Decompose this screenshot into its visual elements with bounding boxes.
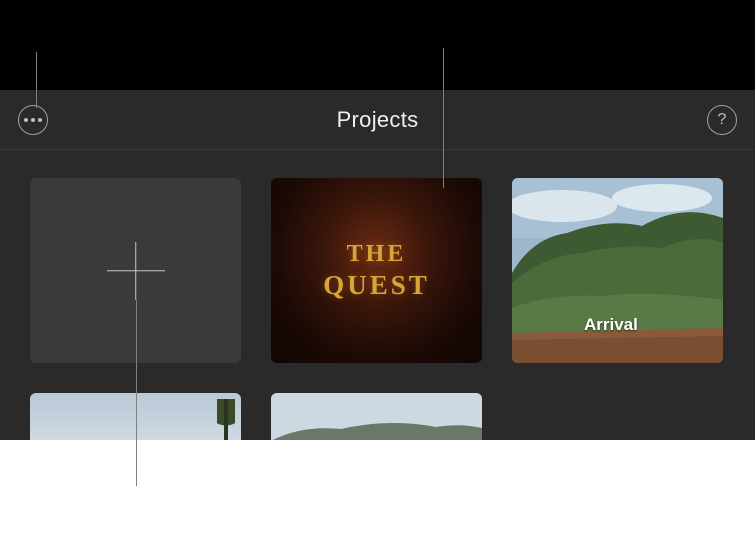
project-tile-arrival[interactable]: Arrival (512, 178, 723, 363)
page-title: Projects (48, 107, 707, 133)
more-options-icon (24, 118, 42, 122)
help-button[interactable]: ? (707, 105, 737, 135)
more-options-button[interactable] (18, 105, 48, 135)
project-title-line2: QUEST (323, 269, 430, 301)
landscape-thumbnail (512, 178, 723, 363)
project-tile-4[interactable] (271, 393, 482, 440)
plus-icon (107, 242, 165, 300)
help-icon: ? (718, 111, 727, 129)
project-title-overlay: Arrival (584, 315, 638, 335)
callout-line-create (136, 300, 137, 486)
project-thumbnail-title: THE QUEST (323, 240, 430, 301)
projects-grid-container: THE QUEST Arrival (0, 150, 755, 440)
project-title-line1: THE (323, 240, 430, 269)
project-tile-the-quest[interactable]: THE QUEST (271, 178, 482, 363)
top-spacer (0, 0, 755, 90)
callout-line-project (443, 48, 444, 188)
callout-line-more-button (36, 52, 37, 108)
projects-grid: THE QUEST Arrival (0, 150, 755, 440)
app-window: Projects ? THE QUEST (0, 0, 755, 440)
toolbar-center: Projects (48, 107, 707, 133)
toolbar: Projects ? (0, 90, 755, 150)
ocean-thumbnail (271, 393, 482, 440)
